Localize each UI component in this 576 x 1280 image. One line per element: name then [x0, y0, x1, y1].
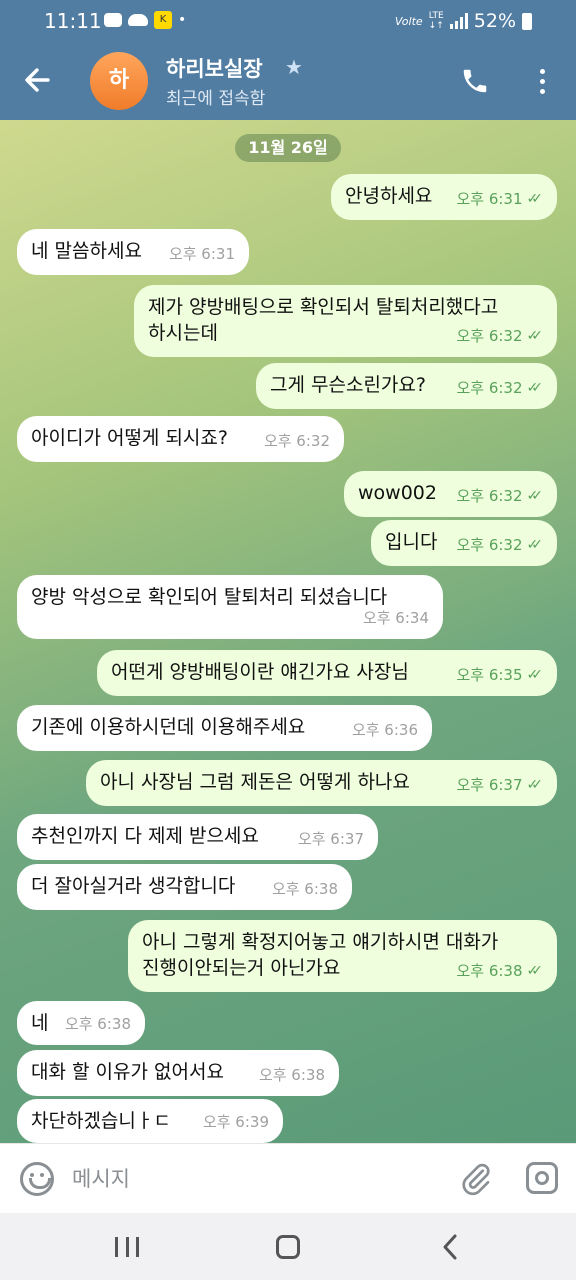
message-time: 오후 6:38: [271, 880, 338, 898]
message-meta: 오후 6:32 ✓✓: [456, 532, 543, 558]
message-time: 오후 6:37: [456, 776, 523, 794]
message-meta: 오후 6:32 ✓✓: [456, 375, 543, 401]
read-check-icon: ✓✓: [526, 328, 544, 344]
date-separator: 11월 26일: [235, 134, 341, 162]
outgoing-message[interactable]: 입니다 오후 6:32 ✓✓: [371, 520, 557, 566]
read-check-icon: ✓✓: [526, 777, 544, 793]
incoming-message[interactable]: 대화 할 이유가 없어서요 오후 6:38: [17, 1050, 339, 1096]
message-time: 오후 6:38: [64, 1015, 131, 1033]
outgoing-message[interactable]: 안녕하세요 오후 6:31 ✓✓: [331, 174, 557, 220]
star-icon: ★: [285, 55, 303, 79]
battery-icon: [522, 12, 532, 30]
app-header: 11:11 K • Volte LTE ↓↑ 52% 하 하리보실장 ★ 최근에 …: [0, 0, 576, 120]
message-meta: 오후 6:38: [65, 1011, 131, 1037]
signal-icon: [449, 13, 468, 29]
notification-icons: K •: [104, 11, 186, 29]
message-time: 오후 6:36: [351, 721, 418, 739]
system-back-button[interactable]: [438, 1233, 462, 1261]
read-check-icon: ✓✓: [526, 488, 544, 504]
incoming-message[interactable]: 네 오후 6:38: [17, 1001, 145, 1045]
read-check-icon: ✓✓: [526, 380, 544, 396]
compose-bar: [0, 1143, 576, 1213]
message-meta: 오후 6:36: [352, 717, 418, 743]
system-indicators: Volte LTE ↓↑ 52%: [395, 10, 532, 32]
message-meta: 오후 6:37 ✓✓: [456, 772, 543, 798]
outgoing-message[interactable]: 어떤게 양방배팅이란 얘긴가요 사장님 오후 6:35 ✓✓: [97, 650, 557, 696]
contact-name[interactable]: 하리보실장: [166, 53, 263, 83]
home-button[interactable]: [276, 1235, 300, 1259]
emoji-button[interactable]: [20, 1162, 54, 1196]
read-check-icon: ✓✓: [526, 191, 544, 207]
lte-indicator: LTE ↓↑: [428, 11, 444, 31]
message-meta: 오후 6:38: [272, 876, 338, 902]
message-time: 오후 6:32: [456, 536, 523, 554]
message-meta: 오후 6:31 ✓✓: [456, 186, 543, 212]
incoming-message[interactable]: 기존에 이용하시던데 이용해주세요 오후 6:36: [17, 705, 432, 751]
message-time: 오후 6:31: [168, 245, 235, 263]
system-nav-bar: [0, 1213, 576, 1280]
message-meta: 오후 6:31: [169, 241, 235, 267]
message-meta: 오후 6:32: [264, 428, 330, 454]
message-input[interactable]: [72, 1164, 432, 1194]
recents-button[interactable]: [115, 1237, 139, 1257]
message-meta: 오후 6:37: [298, 826, 364, 852]
message-meta: 오후 6:38 ✓✓: [456, 958, 543, 984]
incoming-message[interactable]: 아이디가 어떻게 되시죠? 오후 6:32: [17, 416, 344, 462]
message-meta: 오후 6:32 ✓✓: [456, 323, 543, 349]
message-time: 오후 6:32: [456, 487, 523, 505]
message-time: 오후 6:32: [263, 432, 330, 450]
cloud-notification-icon: [128, 14, 148, 26]
lte-label: LTE: [428, 11, 444, 21]
avatar[interactable]: 하: [90, 52, 148, 110]
app-notification-icon: K: [154, 11, 172, 29]
attach-button[interactable]: [458, 1160, 494, 1198]
message-time: 오후 6:37: [297, 830, 364, 848]
incoming-message[interactable]: 차단하겠습니ㅏㄷ 오후 6:39: [17, 1099, 283, 1143]
incoming-message[interactable]: 더 잘아실거라 생각합니다 오후 6:38: [17, 864, 352, 910]
incoming-message[interactable]: 네 말씀하세요 오후 6:31: [17, 229, 249, 275]
outgoing-message[interactable]: 제가 양방배팅으로 확인되서 탈퇴처리했다고 하시는데 오후 6:32 ✓✓: [134, 285, 557, 357]
message-time: 오후 6:32: [456, 379, 523, 397]
status-time: 11:11: [44, 9, 102, 33]
message-time: 오후 6:35: [456, 666, 523, 684]
back-arrow-icon: [25, 68, 50, 92]
message-time: 오후 6:31: [456, 190, 523, 208]
message-meta: 오후 6:34: [363, 605, 429, 631]
outgoing-message[interactable]: 아니 사장님 그럼 제돈은 어떻게 하나요 오후 6:37 ✓✓: [86, 760, 557, 806]
more-options-button[interactable]: [530, 66, 554, 98]
message-time: 오후 6:32: [456, 327, 523, 345]
paperclip-icon: [462, 1163, 490, 1196]
message-time: 오후 6:34: [362, 609, 429, 627]
more-notifications-dot: •: [178, 12, 187, 28]
message-meta: 오후 6:38: [259, 1062, 325, 1088]
message-meta: 오후 6:39: [203, 1109, 269, 1135]
outgoing-message[interactable]: 그게 무슨소린가요? 오후 6:32 ✓✓: [256, 363, 557, 409]
battery-percent: 52%: [473, 10, 516, 32]
phone-icon: [463, 69, 487, 93]
status-bar: 11:11 K • Volte LTE ↓↑ 52%: [0, 0, 576, 42]
message-time: 오후 6:38: [456, 962, 523, 980]
incoming-message[interactable]: 양방 악성으로 확인되어 탈퇴처리 되셨습니다 오후 6:34: [17, 575, 443, 639]
camera-button[interactable]: [526, 1162, 558, 1194]
message-time: 오후 6:39: [202, 1113, 269, 1131]
message-meta: 오후 6:35 ✓✓: [456, 662, 543, 688]
chat-area[interactable]: 11월 26일 안녕하세요 오후 6:31 ✓✓ 네 말씀하세요 오후 6:31 제가 양…: [0, 120, 576, 1143]
back-button[interactable]: [20, 62, 56, 98]
message-notification-icon: [104, 13, 122, 27]
read-check-icon: ✓✓: [526, 667, 544, 683]
outgoing-message[interactable]: wow002 오후 6:32 ✓✓: [344, 471, 557, 517]
read-check-icon: ✓✓: [526, 537, 544, 553]
last-seen-status: 최근에 접속함: [166, 89, 266, 109]
more-vert-icon: [530, 69, 554, 94]
incoming-message[interactable]: 추천인까지 다 제제 받으세요 오후 6:37: [17, 814, 378, 860]
read-check-icon: ✓✓: [526, 963, 544, 979]
outgoing-message[interactable]: 아니 그렇게 확정지어놓고 얘기하시면 대화가 진행이안되는거 아닌가요 오후 6…: [128, 920, 557, 992]
message-time: 오후 6:38: [258, 1066, 325, 1084]
volte-indicator: Volte: [394, 14, 423, 28]
call-button[interactable]: [460, 66, 490, 96]
message-meta: 오후 6:32 ✓✓: [456, 483, 543, 509]
chevron-left-icon: [443, 1234, 457, 1260]
